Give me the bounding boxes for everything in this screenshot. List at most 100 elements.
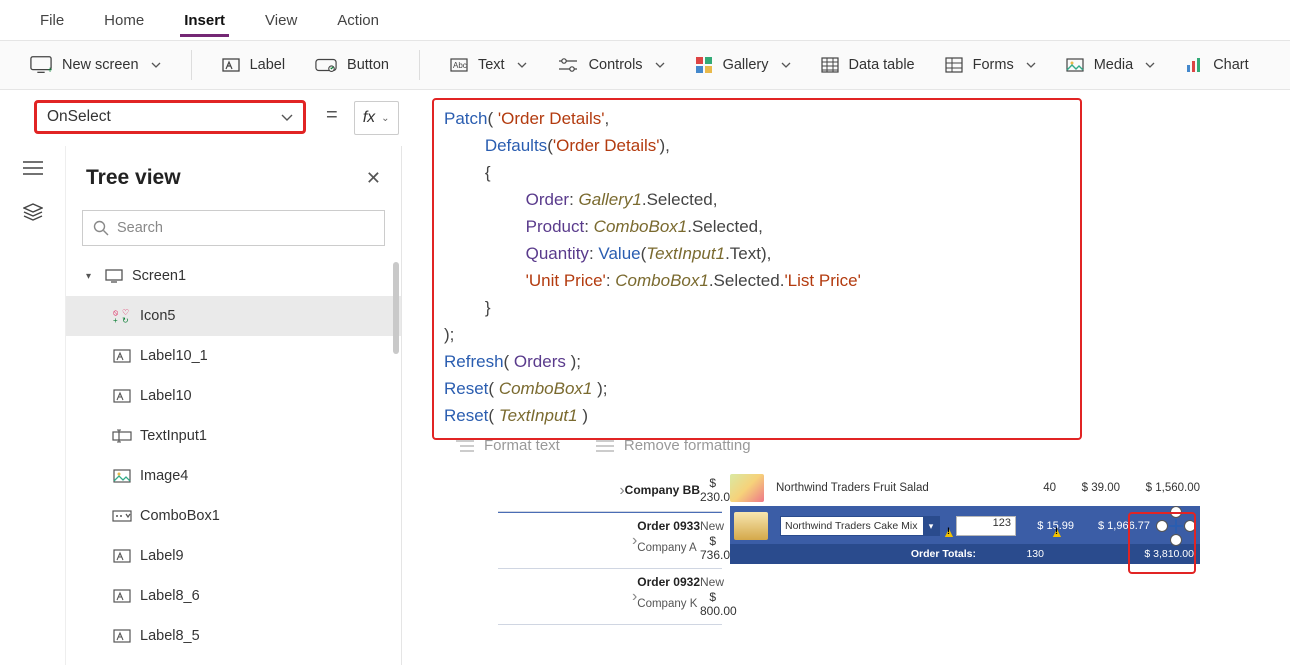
- chevron-down-icon: ⌄: [381, 113, 389, 124]
- order-amount: $ 800.00: [700, 590, 716, 618]
- add-icon: ⦸♡+↻: [112, 308, 132, 324]
- gallery-label: Gallery: [723, 57, 769, 73]
- tree-item-label10-1[interactable]: Label10_1: [66, 336, 401, 376]
- label-icon: [112, 588, 132, 604]
- menu-home[interactable]: Home: [100, 4, 148, 37]
- line-item-row: Northwind Traders Fruit Salad 40 $ 39.00…: [730, 470, 1200, 506]
- tree-search-input[interactable]: Search: [82, 210, 385, 246]
- search-placeholder: Search: [117, 220, 163, 236]
- data-table-button[interactable]: Data table: [821, 56, 915, 74]
- totals-qty: 130: [984, 548, 1044, 560]
- warning-icon: [942, 526, 958, 540]
- product-image: [734, 512, 768, 540]
- tree-item-label10[interactable]: Label10: [66, 376, 401, 416]
- tree-item-label: Label9: [140, 548, 184, 564]
- chevron-down-icon: [1145, 60, 1155, 70]
- chevron-down-icon: [1026, 60, 1036, 70]
- insert-label-button[interactable]: Label: [222, 56, 285, 74]
- svg-text:Abc: Abc: [453, 61, 467, 70]
- tree-item-label: Icon5: [140, 308, 175, 324]
- tree-item-combobox1[interactable]: ComboBox1: [66, 496, 401, 536]
- media-icon: [1066, 56, 1084, 74]
- menu-insert[interactable]: Insert: [180, 4, 229, 37]
- svg-text:+: +: [47, 65, 52, 75]
- text-dropdown[interactable]: Abc Text: [450, 56, 527, 74]
- order-amount: $ 230.00: [700, 476, 716, 504]
- tree-view-title: Tree view: [86, 166, 181, 190]
- quantity-input[interactable]: 123: [956, 516, 1016, 536]
- menu-file[interactable]: File: [36, 4, 68, 37]
- chevron-right-icon: ›: [619, 482, 624, 500]
- chevron-down-icon: [281, 111, 293, 123]
- order-amount: $ 736.00: [700, 534, 716, 562]
- tree-item-icon5[interactable]: ⦸♡+↻ Icon5: [66, 296, 401, 336]
- formula-editor[interactable]: Patch( 'Order Details', Defaults('Order …: [432, 98, 1082, 440]
- search-icon: [93, 220, 109, 236]
- svg-text:↻: ↻: [122, 316, 129, 324]
- format-lines-icon: [456, 439, 474, 453]
- tree-item-label8-5[interactable]: Label8_5: [66, 616, 401, 656]
- order-gallery[interactable]: Company BB $ 230.00 › Order 0933 New › C…: [498, 470, 722, 625]
- button-insert-text: Button: [347, 57, 389, 73]
- tree-item-label: Screen1: [132, 268, 186, 284]
- chart-dropdown[interactable]: Chart: [1185, 56, 1248, 74]
- tree-item-label8-6[interactable]: Label8_6: [66, 576, 401, 616]
- tree-item-label: TextInput1: [140, 428, 207, 444]
- forms-dropdown[interactable]: Forms: [945, 56, 1036, 74]
- tree-item-label: Label10: [140, 388, 192, 404]
- chart-icon: [1185, 56, 1203, 74]
- gallery-icon: [695, 56, 713, 74]
- product-name: Northwind Traders Fruit Salad: [776, 482, 1002, 494]
- divider: [419, 50, 420, 80]
- menubar: File Home Insert View Action: [0, 0, 1290, 40]
- controls-label: Controls: [589, 57, 643, 73]
- label-icon: [222, 56, 240, 74]
- tree-item-screen1[interactable]: ▾ Screen1: [66, 256, 401, 296]
- product-image: [730, 474, 764, 502]
- property-selector[interactable]: OnSelect: [34, 100, 306, 134]
- tree-item-label: Label8_5: [140, 628, 200, 644]
- ribbon: + New screen Label Button Abc Text Contr…: [0, 40, 1290, 90]
- label-insert-text: Label: [250, 57, 285, 73]
- justify-icon: [596, 439, 614, 453]
- scrollbar-thumb[interactable]: [393, 262, 399, 354]
- unit-price: $ 39.00: [1062, 482, 1120, 494]
- hamburger-icon: [23, 160, 43, 176]
- tree-item-textinput1[interactable]: TextInput1: [66, 416, 401, 456]
- quantity: 40: [1008, 482, 1056, 494]
- insert-button-button[interactable]: Button: [315, 55, 389, 75]
- tree-item-label: Image4: [140, 468, 188, 484]
- chevron-down-icon: [655, 60, 665, 70]
- menu-action[interactable]: Action: [333, 4, 383, 37]
- textinput-icon: [112, 428, 132, 444]
- combobox-value: Northwind Traders Cake Mix: [785, 520, 917, 532]
- text-dropdown-label: Text: [478, 57, 505, 73]
- tree-item-image4[interactable]: Image4: [66, 456, 401, 496]
- button-icon: [315, 55, 337, 75]
- order-company: Company BB: [625, 483, 700, 497]
- close-icon[interactable]: ✕: [366, 168, 381, 189]
- media-label: Media: [1094, 57, 1134, 73]
- hamburger-button[interactable]: [0, 146, 66, 190]
- order-company: Company A: [637, 542, 700, 554]
- gallery-item[interactable]: Order 0933 New › Company A $ 736.00: [498, 512, 722, 569]
- gallery-item[interactable]: Company BB $ 230.00 ›: [498, 470, 722, 512]
- media-dropdown[interactable]: Media: [1066, 56, 1156, 74]
- unit-price: $ 15.99: [1022, 520, 1074, 532]
- new-screen-button[interactable]: + New screen: [30, 55, 161, 75]
- gallery-dropdown[interactable]: Gallery: [695, 56, 791, 74]
- warning-icon: [1050, 526, 1066, 540]
- forms-icon: [945, 56, 963, 74]
- product-combobox[interactable]: Northwind Traders Cake Mix ▾: [780, 516, 940, 536]
- fx-button[interactable]: fx ⌄: [354, 101, 399, 135]
- tree-item-label9[interactable]: Label9: [66, 536, 401, 576]
- layers-button[interactable]: [0, 190, 66, 234]
- order-company: Company K: [637, 598, 700, 610]
- gallery-item[interactable]: Order 0932 New › Company K $ 800.00: [498, 569, 722, 625]
- controls-dropdown[interactable]: Controls: [557, 55, 665, 75]
- order-id: Order 0933: [637, 519, 700, 533]
- screen-icon: +: [30, 55, 52, 75]
- tree-view-panel: Tree view ✕ Search ▾ Screen1 ⦸♡+↻ Icon5 …: [66, 146, 402, 665]
- menu-view[interactable]: View: [261, 4, 301, 37]
- text-icon: Abc: [450, 56, 468, 74]
